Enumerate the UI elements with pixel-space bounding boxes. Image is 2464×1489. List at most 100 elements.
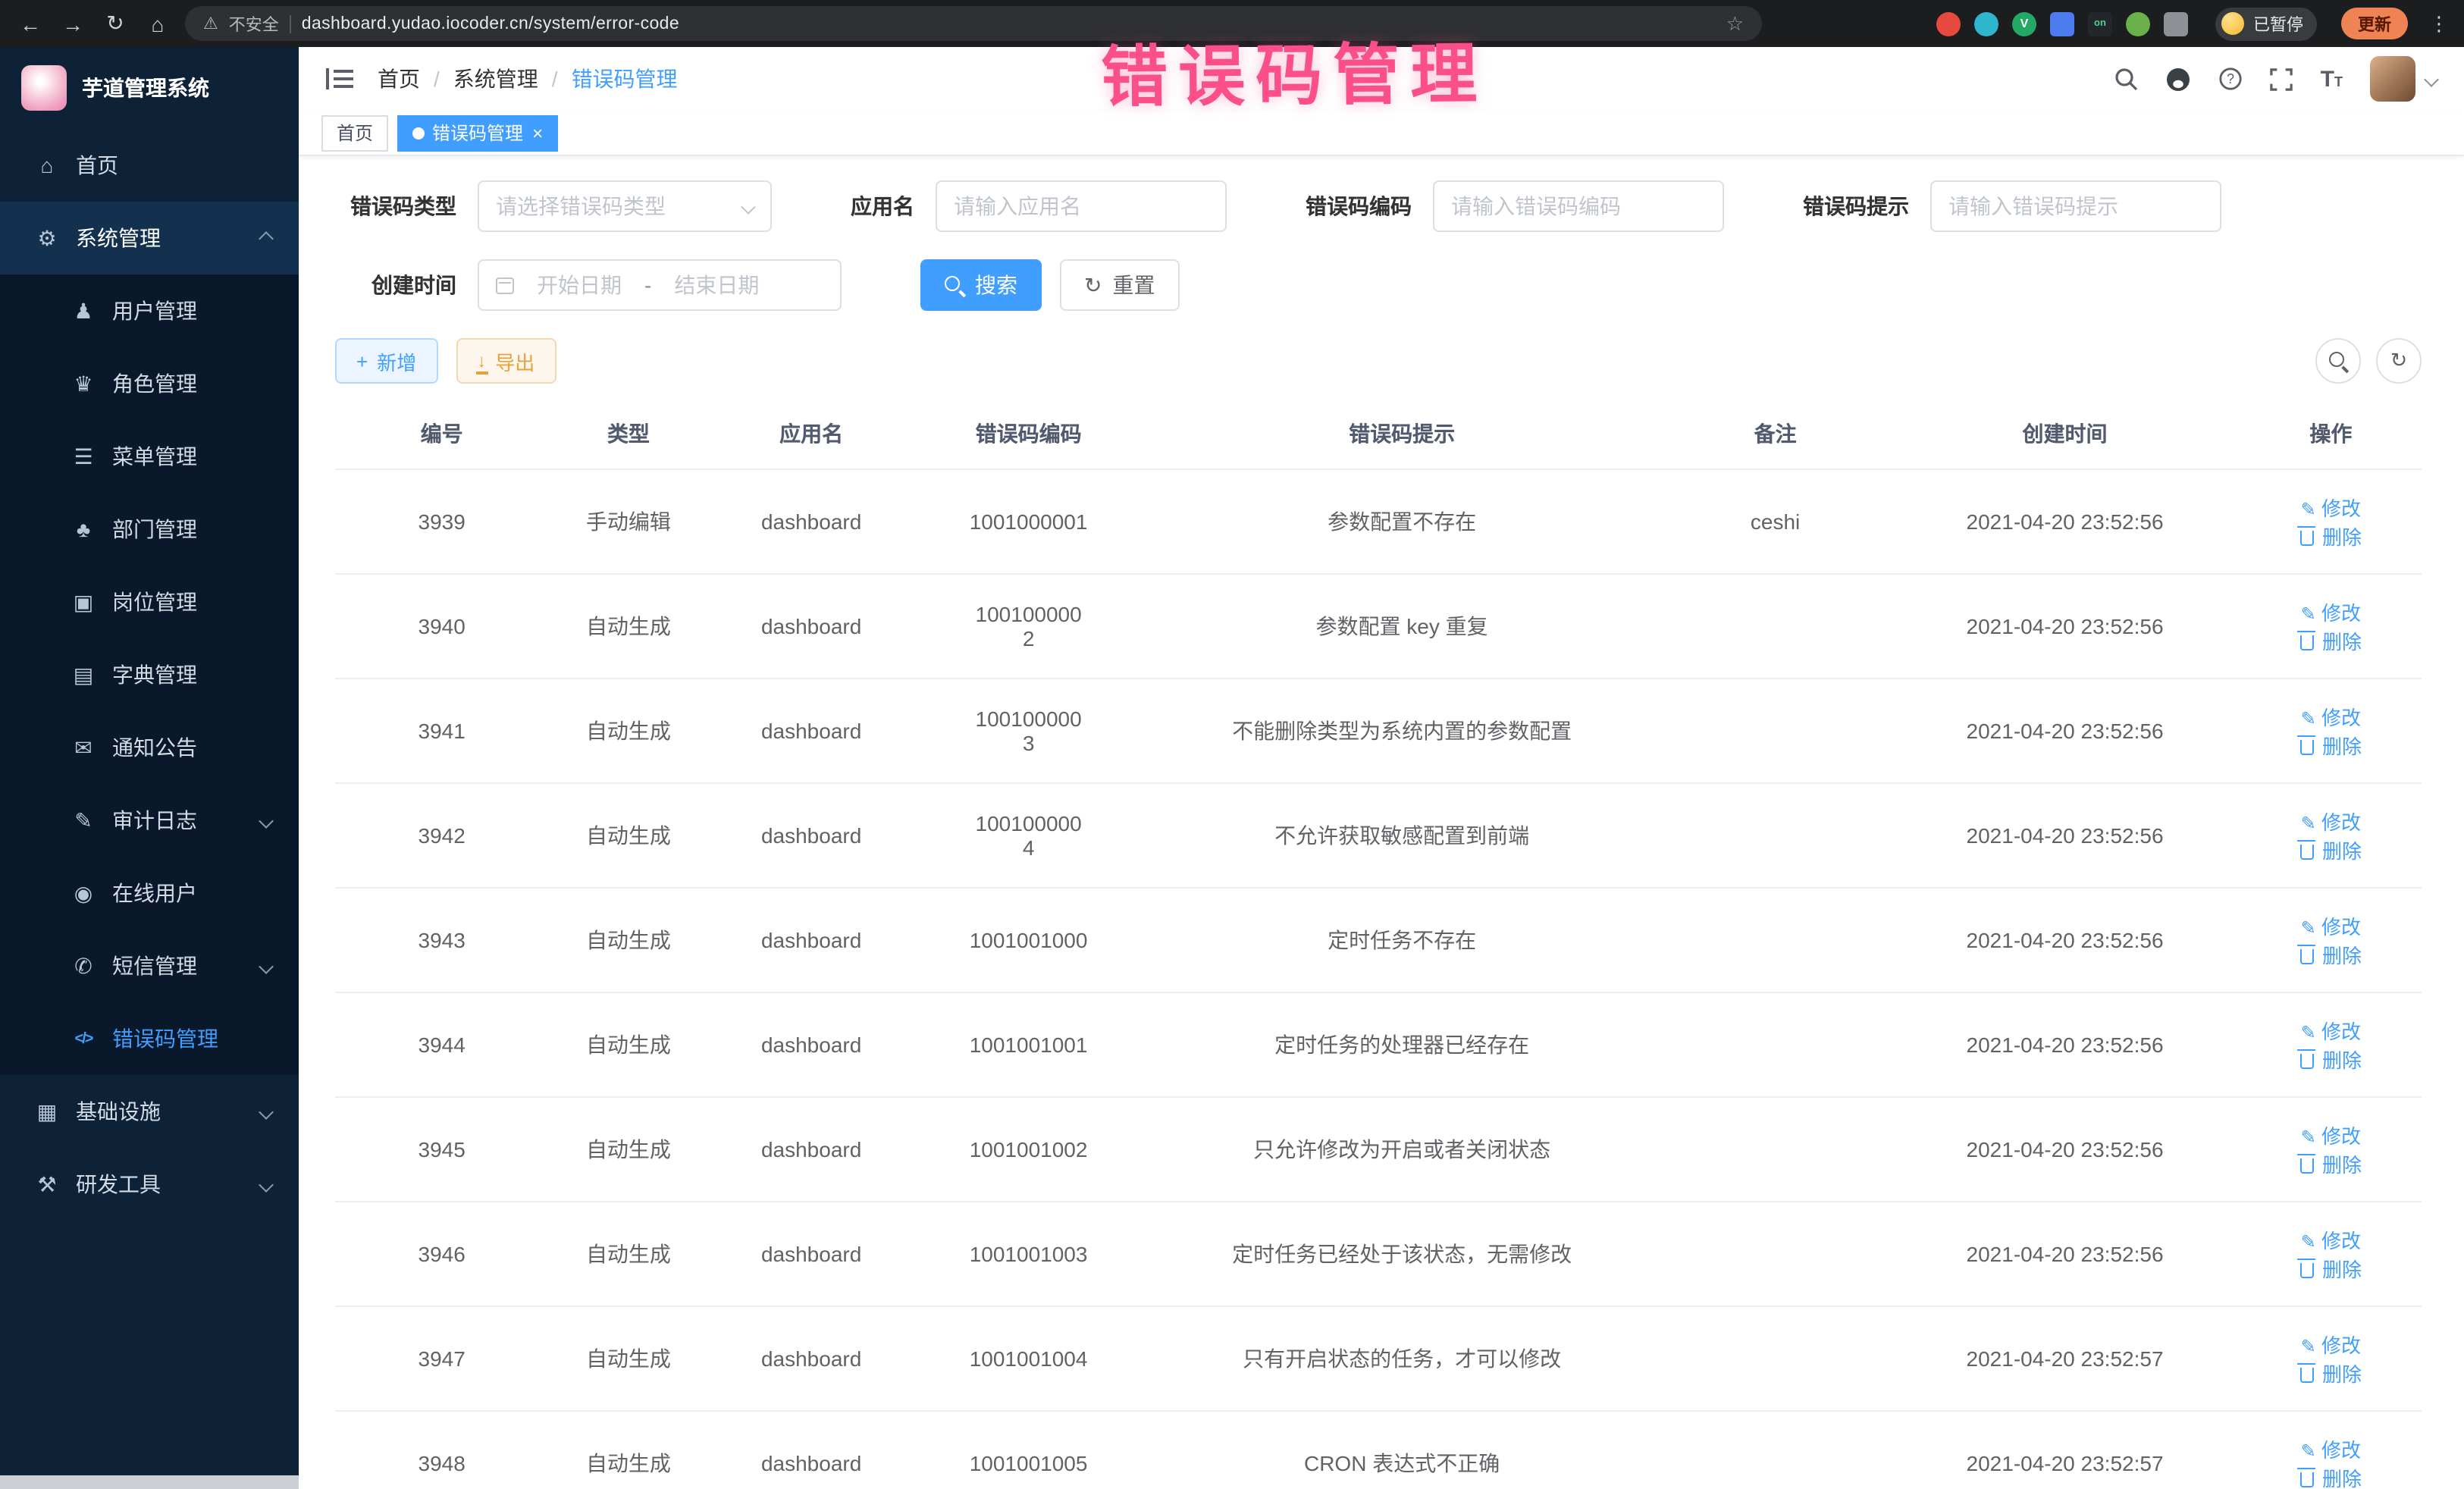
edit-link[interactable]: ✎ 修改: [2301, 811, 2361, 834]
sidebar-item-dev-tools[interactable]: ⚒ 研发工具: [0, 1148, 299, 1221]
font-size-icon[interactable]: TT: [2321, 67, 2343, 90]
reset-button[interactable]: ↻ 重置: [1060, 259, 1179, 311]
address-bar[interactable]: ⚠ 不安全 dashboard.yudao.iocoder.cn/system/…: [185, 6, 1762, 41]
forward-icon[interactable]: →: [58, 11, 88, 36]
edit-link[interactable]: ✎ 修改: [2301, 707, 2361, 729]
search-button[interactable]: 搜索: [920, 259, 1042, 311]
edit-link[interactable]: ✎ 修改: [2301, 916, 2361, 939]
browser-update-button[interactable]: 更新: [2341, 8, 2408, 39]
sidebar-item-infrastructure[interactable]: ▦ 基础设施: [0, 1075, 299, 1148]
error-code-input[interactable]: [1451, 194, 1706, 218]
delete-icon: [2300, 740, 2314, 755]
help-icon[interactable]: ?: [2219, 67, 2243, 91]
delete-icon: [2300, 1472, 2314, 1487]
collapse-sidebar-icon[interactable]: [326, 67, 353, 91]
sidebar-item-system-management[interactable]: ⚙ 系统管理: [0, 202, 299, 274]
sidebar-item-menu-management[interactable]: ☰ 菜单管理: [0, 420, 299, 493]
sidebar-item-label: 岗位管理: [112, 587, 197, 617]
extension-grid-icon[interactable]: [2050, 11, 2074, 36]
add-button[interactable]: + 新增: [335, 338, 437, 384]
tab-home[interactable]: 首页: [321, 114, 388, 151]
edit-link[interactable]: ✎ 修改: [2301, 602, 2361, 625]
profile-chip[interactable]: 已暂停: [2215, 7, 2317, 40]
sidebar-item-error-code-management[interactable]: </> 错误码管理: [0, 1002, 299, 1075]
close-icon[interactable]: ×: [532, 122, 543, 143]
browser-home-icon[interactable]: ⌂: [143, 11, 173, 36]
reload-icon[interactable]: ↻: [100, 11, 130, 36]
bookmark-star-icon[interactable]: ☆: [1726, 11, 1744, 36]
edit-link[interactable]: ✎ 修改: [2301, 497, 2361, 520]
export-button[interactable]: ↓ 导出: [456, 338, 556, 384]
delete-icon: [2300, 949, 2314, 964]
table-body: 3939 手动编辑 dashboard 1001000001 参数配置不存在 c…: [335, 469, 2422, 1489]
tab-label: 首页: [337, 120, 373, 146]
edit-link[interactable]: ✎ 修改: [2301, 1230, 2361, 1252]
delete-link[interactable]: 删除: [2300, 1259, 2362, 1281]
sidebar-item-label: 研发工具: [76, 1169, 161, 1199]
svg-text:?: ?: [2227, 71, 2235, 86]
delete-link[interactable]: 删除: [2300, 945, 2362, 967]
sidebar-item-notice-announcement[interactable]: ✉ 通知公告: [0, 711, 299, 784]
extension-red-icon[interactable]: [1936, 11, 1961, 36]
logo-row[interactable]: 芋道管理系统: [0, 47, 299, 129]
avatar: [2370, 56, 2415, 102]
error-type-select[interactable]: 请选择错误码类型: [478, 180, 772, 232]
github-icon[interactable]: [2166, 66, 2192, 92]
sidebar-item-sms-management[interactable]: ✆ 短信管理: [0, 929, 299, 1002]
edit-icon: ✎: [2301, 917, 2316, 939]
breadcrumb-home[interactable]: 首页: [378, 64, 420, 94]
cell-hint: CRON 表达式不正确: [1143, 1411, 1660, 1489]
column-header-remark: 备注: [1661, 399, 1890, 469]
delete-link[interactable]: 删除: [2300, 1049, 2362, 1072]
sidebar-item-home[interactable]: ⌂ 首页: [0, 129, 299, 202]
breadcrumb-system[interactable]: 系统管理: [453, 64, 538, 94]
edit-link[interactable]: ✎ 修改: [2301, 1439, 2361, 1462]
edit-icon: ✎: [2301, 1127, 2316, 1148]
extension-leaf-icon[interactable]: [2126, 11, 2150, 36]
sidebar-item-post-management[interactable]: ▣ 岗位管理: [0, 566, 299, 638]
chevron-down-icon: [259, 1104, 274, 1119]
edit-link[interactable]: ✎ 修改: [2301, 1020, 2361, 1043]
browser-menu-icon[interactable]: ⋮: [2429, 11, 2449, 36]
sidebar-item-online-users[interactable]: ◉ 在线用户: [0, 857, 299, 929]
app-name-input[interactable]: [954, 194, 1208, 218]
date-range-picker[interactable]: -: [478, 259, 842, 311]
sidebar-scrollbar[interactable]: [0, 1475, 299, 1489]
extension-v-icon[interactable]: V: [2012, 11, 2036, 36]
fullscreen-icon[interactable]: [2271, 67, 2293, 90]
edit-link[interactable]: ✎ 修改: [2301, 1125, 2361, 1148]
end-date-input[interactable]: [662, 273, 771, 297]
search-icon[interactable]: [2114, 67, 2139, 91]
sidebar-item-dictionary-management[interactable]: ▤ 字典管理: [0, 638, 299, 711]
delete-link-label: 删除: [2322, 840, 2362, 863]
start-date-input[interactable]: [525, 273, 634, 297]
extensions-puzzle-icon[interactable]: [2164, 11, 2188, 36]
sidebar-item-audit-log[interactable]: ✎ 审计日志: [0, 784, 299, 857]
sidebar-item-user-management[interactable]: ♟ 用户管理: [0, 274, 299, 347]
delete-link[interactable]: 删除: [2300, 631, 2362, 654]
cell-remark: [1661, 679, 1890, 783]
delete-icon: [2300, 1054, 2314, 1069]
extension-proxy-icon[interactable]: on: [2088, 11, 2112, 36]
delete-link[interactable]: 删除: [2300, 526, 2362, 549]
tab-error-code-management[interactable]: 错误码管理 ×: [397, 114, 558, 151]
filter-error-hint: 错误码提示: [1803, 180, 2221, 232]
sidebar-item-department-management[interactable]: ♣ 部门管理: [0, 493, 299, 566]
cell-remark: [1661, 1411, 1890, 1489]
system-submenu: ♟ 用户管理 ♛ 角色管理 ☰ 菜单管理 ♣ 部门管理: [0, 274, 299, 1075]
sidebar-item-role-management[interactable]: ♛ 角色管理: [0, 347, 299, 420]
delete-link[interactable]: 删除: [2300, 840, 2362, 863]
user-menu[interactable]: [2370, 56, 2437, 102]
delete-link[interactable]: 删除: [2300, 735, 2362, 758]
delete-icon: [2300, 635, 2314, 650]
delete-link[interactable]: 删除: [2300, 1363, 2362, 1386]
refresh-table-button[interactable]: ↻: [2376, 338, 2422, 384]
delete-link[interactable]: 删除: [2300, 1154, 2362, 1177]
back-icon[interactable]: ←: [15, 11, 45, 36]
edit-link[interactable]: ✎ 修改: [2301, 1334, 2361, 1357]
extension-teal-icon[interactable]: [1974, 11, 1998, 36]
toggle-search-button[interactable]: [2315, 338, 2361, 384]
error-hint-input[interactable]: [1948, 194, 2203, 218]
profile-avatar-icon: [2221, 12, 2244, 35]
delete-link[interactable]: 删除: [2300, 1468, 2362, 1489]
